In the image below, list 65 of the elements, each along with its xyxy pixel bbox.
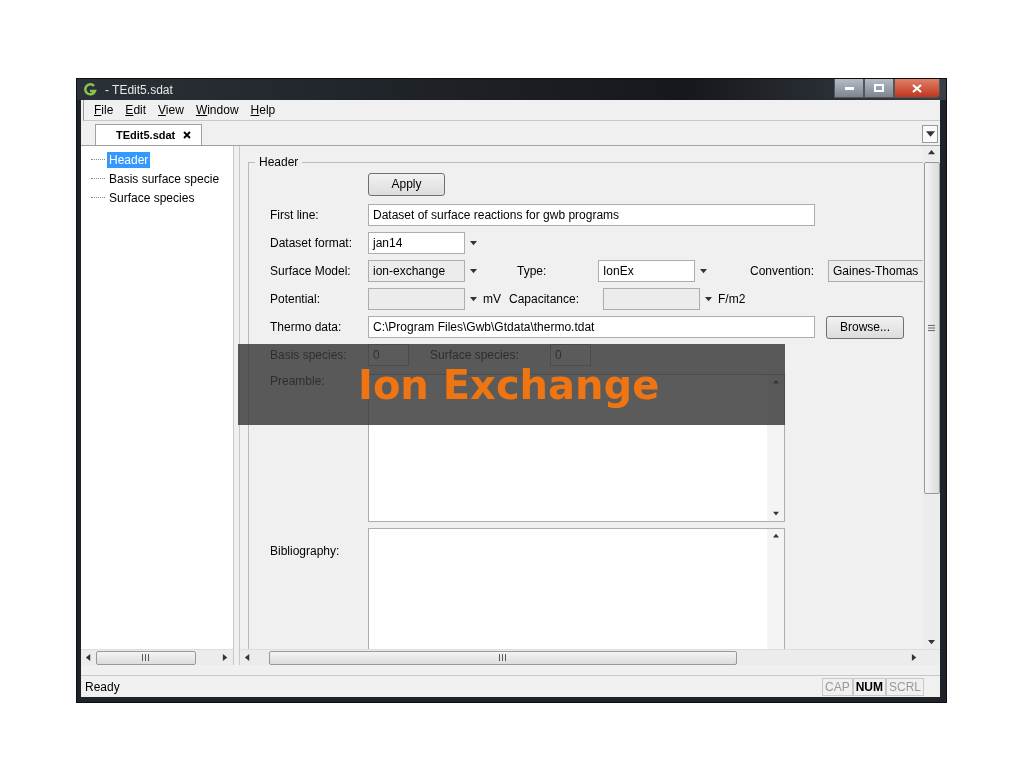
vertical-scrollbar[interactable] <box>923 146 940 649</box>
field-label: First line: <box>270 208 320 222</box>
down-arrow-icon[interactable] <box>470 239 477 247</box>
down-arrow-icon[interactable] <box>470 295 477 303</box>
up-arrow-icon[interactable] <box>772 533 779 539</box>
scroll-thumb[interactable] <box>923 162 940 494</box>
left-arrow-icon[interactable] <box>244 654 251 661</box>
down-arrow-icon[interactable] <box>700 267 707 275</box>
menu-item[interactable]: Window <box>195 103 239 117</box>
tab-list-button[interactable] <box>922 125 938 143</box>
field-label: Thermo data: <box>270 320 343 334</box>
banner-title: Ion Exchange <box>358 361 660 408</box>
horizontal-scrollbar[interactable] <box>240 649 940 665</box>
down-arrow-icon[interactable] <box>470 267 477 275</box>
menu-item[interactable]: View <box>158 103 184 117</box>
down-arrow-icon[interactable] <box>925 129 935 139</box>
grip-icon <box>499 654 507 661</box>
left-arrow-icon[interactable] <box>85 654 92 661</box>
field-label: Convention: <box>750 264 816 278</box>
menu-item[interactable]: Edit <box>125 103 147 117</box>
up-arrow-icon[interactable] <box>928 149 935 156</box>
down-arrow-icon[interactable] <box>705 295 712 303</box>
down-arrow-icon[interactable] <box>928 639 935 646</box>
down-arrow-icon[interactable] <box>772 511 779 517</box>
status-text: Ready <box>85 679 120 694</box>
horizontal-scrollbar[interactable] <box>81 649 233 665</box>
right-arrow-icon[interactable] <box>222 654 229 661</box>
text-field[interactable]: Dataset of surface reactions for gwb programs <box>368 204 815 226</box>
field-label: Bibliography: <box>270 544 341 558</box>
menu-item[interactable]: File <box>94 103 114 117</box>
document-tab[interactable]: TEdit5.sdat <box>95 124 203 145</box>
right-arrow-icon[interactable] <box>911 654 918 661</box>
vertical-scrollbar[interactable] <box>767 529 784 649</box>
field-label: Type: <box>517 264 548 278</box>
menu-item[interactable]: Help <box>250 103 276 117</box>
scroll-thumb[interactable] <box>269 650 737 665</box>
close-button[interactable] <box>894 79 940 98</box>
window-title: - TEdit5.sdat <box>105 82 173 97</box>
maximize-button[interactable] <box>864 79 894 98</box>
browse-button[interactable]: Browse... <box>826 315 904 339</box>
apply-button[interactable]: Apply <box>368 172 445 196</box>
app-logo-icon <box>83 82 97 97</box>
field-label: Capacitance: <box>509 292 581 306</box>
key-indicator: SCRL <box>886 677 924 696</box>
unit-label: F/m2 <box>718 292 746 306</box>
combo-field[interactable]: IonEx <box>598 260 695 282</box>
unit-label: mV <box>483 292 501 306</box>
field-label: Surface Model: <box>270 264 352 278</box>
grip-icon <box>928 324 935 332</box>
close-icon[interactable] <box>183 131 192 139</box>
close-icon <box>912 83 922 93</box>
key-indicator: CAP <box>821 677 853 696</box>
scroll-thumb[interactable] <box>96 650 196 665</box>
field-label: Dataset format: <box>270 236 354 250</box>
field-label: Potential: <box>270 292 322 306</box>
minimize-button[interactable] <box>834 79 864 98</box>
combo-field[interactable]: jan14 <box>368 232 465 254</box>
grip-icon <box>142 654 150 661</box>
tree-item[interactable]: Surface species <box>107 189 197 206</box>
group-title: Header <box>255 155 303 169</box>
tree-item[interactable]: Basis surface specie <box>107 170 222 187</box>
minimize-icon <box>844 86 854 90</box>
key-indicator: NUM <box>852 677 886 696</box>
text-field[interactable]: C:\Program Files\Gwb\Gtdata\thermo.tdat <box>368 316 815 338</box>
maximize-icon <box>874 84 884 92</box>
